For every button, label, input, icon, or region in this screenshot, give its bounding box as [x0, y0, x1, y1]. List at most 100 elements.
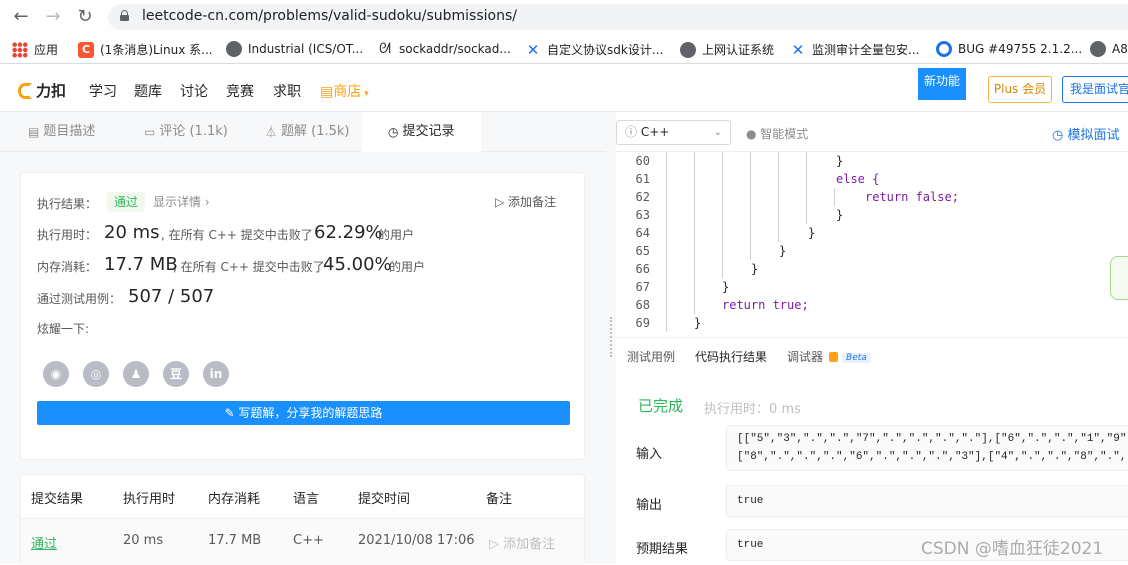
leetcode-logo[interactable]: 力扣	[18, 80, 66, 101]
status-badge: 通过	[107, 192, 146, 212]
wechat-icon[interactable]: ◉	[43, 361, 69, 387]
flag-icon: ▷	[495, 195, 509, 209]
row-memory: 17.7 MB	[208, 533, 262, 548]
row-result-link[interactable]: 通过	[31, 533, 57, 552]
tab-comments[interactable]: ▭ 评论 (1.1k)	[144, 112, 228, 152]
code-line: 68 return true;	[635, 298, 809, 312]
code-line: 62 return false;	[635, 190, 959, 204]
col-result: 提交结果	[31, 492, 84, 507]
interviewer-button[interactable]: 我是面试官	[1062, 76, 1128, 103]
bookmark-auth-system[interactable]: 上网认证系统	[680, 41, 774, 58]
row-time: 20 ms	[123, 533, 164, 548]
submissions-table: 提交结果 执行用时 内存消耗 语言 提交时间 备注 通过 20 ms 17.7 …	[20, 474, 585, 565]
address-bar[interactable]: leetcode-cn.com/problems/valid-sudoku/su…	[108, 4, 1128, 30]
globe-icon	[680, 41, 696, 58]
share-label: 炫耀一下:	[37, 322, 90, 336]
editor-toolbar: ⓘ C++ ⌄ ● 智能模式 ◷ 模拟面试	[616, 112, 1128, 152]
globe-icon	[226, 41, 242, 57]
tab-description[interactable]: ▤ 题目描述	[28, 112, 95, 152]
tab-submissions[interactable]: ◷ 提交记录	[362, 112, 481, 152]
browser-toolbar: ← → ↻ leetcode-cn.com/problems/valid-sud…	[0, 0, 1128, 34]
tab-solutions[interactable]: ⏃ 题解 (1.5k)	[265, 112, 350, 152]
url-text[interactable]: leetcode-cn.com/problems/valid-sudoku/su…	[142, 8, 517, 24]
run-status: 已完成	[638, 397, 684, 415]
problem-tabs: ▤ 题目描述 ▭ 评论 (1.1k) ⏃ 题解 (1.5k) ◷ 提交记录	[0, 112, 606, 152]
douban-icon[interactable]: 豆	[163, 361, 189, 387]
language-select[interactable]: ⓘ C++ ⌄	[616, 120, 731, 145]
code-line: 64}	[635, 226, 816, 240]
nav-learn[interactable]: 学习	[89, 81, 117, 101]
code-line: 61 else {	[635, 172, 880, 186]
linkedin-icon[interactable]: in	[203, 361, 229, 387]
bookmark-sockaddr[interactable]: ᘛ sockaddr/sockad...	[377, 41, 511, 57]
smart-mode-toggle[interactable]: ● 智能模式	[746, 125, 808, 142]
memory-beat-text: , 在所有 C++ 提交中击败了	[173, 260, 325, 274]
console-tabs: 测试用例 代码执行结果 调试器 Beta	[616, 337, 1128, 373]
flask-icon: ⏃	[265, 125, 278, 139]
qq-icon[interactable]: ♟	[123, 361, 149, 387]
apps-icon	[12, 41, 28, 58]
mock-interview-button[interactable]: ◷ 模拟面试	[1052, 124, 1120, 143]
memory-users-text: 的用户	[389, 260, 426, 274]
col-submitted: 提交时间	[358, 492, 411, 507]
show-detail-link[interactable]: 显示详情 ›	[153, 193, 210, 210]
nav-store[interactable]: ▤商店 ▾	[320, 81, 369, 101]
exec-result-label: 执行结果：	[37, 197, 98, 211]
reload-icon[interactable]: ↻	[74, 6, 96, 28]
floating-helper[interactable]	[1110, 256, 1128, 300]
submission-pane: 执行结果： 通过 显示详情 › ▷ 添加备注 执行用时： 20 ms , 在所有…	[0, 152, 606, 565]
memory-value: 17.7 MB	[104, 254, 178, 275]
code-line: 65}	[635, 244, 787, 258]
time-users-text: 的用户	[378, 228, 415, 242]
clock-icon: ◷	[388, 125, 399, 139]
store-icon: ▤	[320, 84, 334, 100]
nav-jobs[interactable]: 求职	[273, 81, 301, 101]
new-feature-badge[interactable]: 新功能	[918, 68, 966, 100]
output-label: 输出	[636, 498, 663, 513]
tab-testcase[interactable]: 测试用例	[627, 348, 675, 365]
weibo-icon[interactable]: ◎	[83, 361, 109, 387]
bookmark-industrial[interactable]: Industrial (ICS/OT...	[226, 41, 363, 57]
col-time: 执行用时	[123, 492, 176, 507]
forward-arrow-icon[interactable]: →	[42, 6, 64, 28]
bookmark-audit[interactable]: ✕ 监测审计全量包安...	[790, 40, 920, 59]
bookmark-protocol-sdk[interactable]: ✕ 自定义协议sdk设计...	[525, 40, 664, 59]
code-editor[interactable]: 60} 61 else { 62 return false; 63} 64} 65}…	[616, 152, 1128, 332]
run-exec-time: 执行用时：0 ms	[704, 402, 801, 417]
clock-icon: ◷	[1052, 128, 1068, 143]
result-card: 执行结果： 通过 显示详情 › ▷ 添加备注 执行用时： 20 ms , 在所有…	[20, 172, 585, 460]
chevron-down-icon: ⌄	[713, 127, 722, 138]
bookmark-a8[interactable]: A8	[1090, 41, 1128, 57]
bookmark-csdn[interactable]: C (1条消息)Linux 系...	[78, 41, 213, 58]
input-label: 输入	[636, 447, 663, 462]
nav-discuss[interactable]: 讨论	[180, 81, 208, 101]
tests-label: 通过测试用例：	[37, 292, 122, 306]
memory-label: 内存消耗：	[37, 260, 98, 274]
bug-icon	[936, 41, 952, 57]
add-note-button[interactable]: ▷ 添加备注	[495, 193, 556, 210]
code-line: 66}	[635, 262, 759, 276]
caret-down-icon: ▾	[361, 89, 369, 99]
drag-handle-icon	[610, 317, 612, 357]
pane-splitter[interactable]	[606, 112, 616, 564]
code-line: 63}	[635, 208, 844, 222]
tab-debugger[interactable]: 调试器 Beta	[787, 348, 871, 365]
bookmark-apps[interactable]: 应用	[12, 41, 58, 58]
lark-icon: ✕	[791, 40, 805, 59]
time-beat-text: , 在所有 C++ 提交中击败了	[161, 228, 313, 242]
tests-value: 507 / 507	[128, 286, 215, 307]
nav-problems[interactable]: 题库	[134, 81, 162, 101]
lark-icon: ✕	[526, 40, 540, 59]
globe-icon	[1090, 41, 1106, 57]
plus-member-button[interactable]: Plus 会员	[988, 76, 1052, 103]
time-percent: 62.29%	[314, 222, 383, 243]
nav-contest[interactable]: 竞赛	[226, 81, 254, 101]
expected-label: 预期结果	[636, 542, 689, 557]
row-add-note[interactable]: ▷ 添加备注	[489, 533, 555, 552]
back-arrow-icon[interactable]: ←	[10, 6, 32, 28]
bookmark-bug[interactable]: BUG #49755 2.1.2...	[936, 41, 1082, 57]
write-solution-button[interactable]: ✎ 写题解，分享我的解题思路	[37, 401, 570, 425]
tab-run-result[interactable]: 代码执行结果	[695, 348, 767, 365]
table-row[interactable]: 通过 20 ms 17.7 MB C++ 2021/10/08 17:06 ▷ …	[21, 519, 584, 565]
row-submitted: 2021/10/08 17:06	[358, 533, 475, 548]
